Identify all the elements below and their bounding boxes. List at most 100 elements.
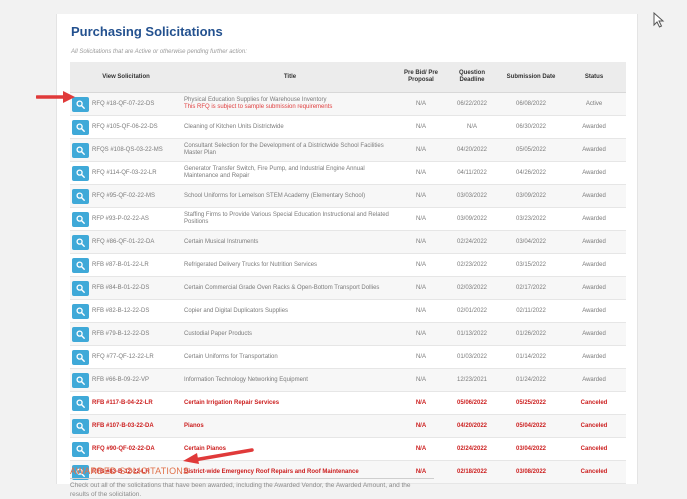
pre-bid-cell: N/A	[398, 230, 444, 254]
view-solicitation-button[interactable]	[72, 349, 89, 365]
search-icon	[76, 329, 85, 339]
pre-bid-cell: N/A	[398, 414, 444, 438]
view-solicitation-button[interactable]	[72, 234, 89, 250]
solicitation-number[interactable]: RFQ #95-QF-02-22-MS	[92, 193, 155, 199]
view-solicitation-cell: RFQ #18-QF-07-22-DS	[70, 92, 182, 116]
solicitation-title: Consultant Selection for the Development…	[184, 143, 384, 156]
question-deadline-cell: 02/18/2022	[444, 460, 500, 484]
submission-date-cell: 03/09/2022	[500, 184, 562, 208]
submission-date-cell: 02/17/2022	[500, 276, 562, 300]
view-solicitation-button[interactable]	[72, 257, 89, 273]
pre-bid-cell: N/A	[398, 437, 444, 461]
view-solicitation-button[interactable]	[72, 303, 89, 319]
pre-bid-cell: N/A	[398, 207, 444, 231]
table-row: RFB #82-B-12-22-DS Copier and Digital Dup…	[70, 299, 626, 323]
awarded-solicitations-heading[interactable]: AWARDED SOLICITATIONS	[70, 466, 189, 476]
view-solicitation-button[interactable]	[72, 280, 89, 296]
view-solicitation-button[interactable]	[72, 119, 89, 135]
solicitation-title: Certain Irrigation Repair Services	[184, 399, 280, 406]
solicitation-number[interactable]: RFB #66-B-09-22-VP	[92, 377, 149, 383]
table-row: RFQ #86-QF-01-22-DA Certain Musical Instr…	[70, 230, 626, 254]
pre-bid-cell: N/A	[398, 138, 444, 162]
title-cell: Certain Uniforms for Transportation	[182, 345, 398, 369]
view-solicitation-button[interactable]	[72, 372, 89, 388]
submission-date-cell: 01/24/2022	[500, 368, 562, 392]
solicitation-title: Physical Education Supplies for Warehous…	[184, 97, 327, 103]
question-deadline-cell: 04/11/2022	[444, 161, 500, 185]
solicitation-title: District-wide Emergency Roof Repairs and…	[184, 468, 359, 475]
view-solicitation-cell: RFQ #95-QF-02-22-MS	[70, 184, 182, 208]
title-cell: Consultant Selection for the Development…	[182, 138, 398, 162]
submission-date-cell: 01/14/2022	[500, 345, 562, 369]
header-pre-bid: Pre Bid/ Pre Proposal	[398, 62, 444, 93]
view-solicitation-cell: RFQ #86-QF-01-22-DA	[70, 230, 182, 254]
view-solicitation-cell: RFQ #90-QF-02-22-DA	[70, 437, 182, 461]
status-cell: Canceled	[562, 391, 626, 415]
header-submission-date: Submission Date	[500, 62, 562, 93]
pre-bid-cell: N/A	[398, 92, 444, 116]
view-solicitation-cell: RFB #66-B-09-22-VP	[70, 368, 182, 392]
header-title: Title	[182, 62, 398, 93]
solicitation-title: Certain Musical Instruments	[184, 238, 259, 245]
title-cell: Cleaning of Kitchen Units Districtwide	[182, 115, 398, 139]
solicitation-number[interactable]: RFB #87-B-01-22-LR	[92, 262, 149, 268]
solicitation-number[interactable]: RFQ #86-QF-01-22-DA	[92, 239, 154, 245]
status-cell: Canceled	[562, 460, 626, 484]
solicitation-number[interactable]: RFB #117-B-04-22-LR	[92, 400, 153, 406]
solicitation-number[interactable]: RFQ #105-QF-06-22-DS	[92, 124, 158, 130]
search-icon	[76, 168, 85, 178]
table-row: RFQ #95-QF-02-22-MS School Uniforms for L…	[70, 184, 626, 208]
page-subtitle: All Solicitations that are Active or oth…	[71, 49, 247, 55]
question-deadline-cell: 03/03/2022	[444, 184, 500, 208]
status-cell: Awarded	[562, 276, 626, 300]
search-icon	[76, 214, 85, 224]
submission-date-cell: 03/04/2022	[500, 230, 562, 254]
view-solicitation-button[interactable]	[72, 188, 89, 204]
status-cell: Awarded	[562, 253, 626, 277]
solicitation-number[interactable]: RFQ #18-QF-07-22-DS	[92, 101, 154, 107]
solicitation-title: Cleaning of Kitchen Units Districtwide	[184, 123, 284, 130]
solicitation-number[interactable]: RFB #107-B-03-22-DA	[92, 423, 154, 429]
status-cell: Awarded	[562, 207, 626, 231]
view-solicitation-button[interactable]	[72, 418, 89, 434]
view-solicitation-button[interactable]	[72, 165, 89, 181]
question-deadline-cell: 04/20/2022	[444, 414, 500, 438]
view-solicitation-button[interactable]	[72, 395, 89, 411]
solicitation-number[interactable]: RFQS #108-QS-03-22-MS	[92, 147, 163, 153]
view-solicitation-button[interactable]	[72, 326, 89, 342]
table-row: RFB #87-B-01-22-LR Refrigerated Delivery …	[70, 253, 626, 277]
submission-date-cell: 05/04/2022	[500, 414, 562, 438]
table-row: RFB #107-B-03-22-DA Pianos N/A 04/20/2022 05…	[70, 414, 626, 438]
header-status: Status	[562, 62, 626, 93]
solicitations-table: View Solicitation Title Pre Bid/ Pre Pro…	[70, 62, 626, 484]
pre-bid-cell: N/A	[398, 299, 444, 323]
solicitation-number[interactable]: RFB #82-B-12-22-DS	[92, 308, 149, 314]
solicitation-number[interactable]: RFQ #90-QF-02-22-DA	[92, 446, 155, 452]
solicitation-number[interactable]: RFB #84-B-01-22-DS	[92, 285, 149, 291]
pre-bid-cell: N/A	[398, 322, 444, 346]
solicitation-number[interactable]: RFQ #77-QF-12-22-LR	[92, 354, 154, 360]
solicitation-number[interactable]: RFP #93-P-02-22-AS	[92, 216, 149, 222]
submission-date-cell: 03/04/2022	[500, 437, 562, 461]
status-cell: Awarded	[562, 138, 626, 162]
table-row: RFQ #114-QF-03-22-LR Generator Transfer S…	[70, 161, 626, 185]
table-row: RFB #66-B-09-22-VP Information Technology…	[70, 368, 626, 392]
question-deadline-cell: 01/13/2022	[444, 322, 500, 346]
solicitation-title: Certain Uniforms for Transportation	[184, 353, 278, 360]
solicitation-number[interactable]: RFQ #114-QF-03-22-LR	[92, 170, 157, 176]
title-cell: Custodial Paper Products	[182, 322, 398, 346]
status-cell: Awarded	[562, 322, 626, 346]
view-solicitation-cell: RFB #107-B-03-22-DA	[70, 414, 182, 438]
view-solicitation-button[interactable]	[72, 142, 89, 158]
question-deadline-cell: 01/03/2022	[444, 345, 500, 369]
solicitation-note: This RFQ is subject to sample submission…	[184, 104, 333, 110]
search-icon	[76, 398, 85, 408]
view-solicitation-button[interactable]	[72, 211, 89, 227]
question-deadline-cell: 06/22/2022	[444, 92, 500, 116]
question-deadline-cell: 04/20/2022	[444, 138, 500, 162]
view-solicitation-button[interactable]	[72, 441, 89, 457]
mouse-pointer-icon	[653, 12, 665, 28]
table-header-row: View Solicitation Title Pre Bid/ Pre Pro…	[70, 62, 626, 93]
solicitation-number[interactable]: RFB #79-B-12-22-DS	[92, 331, 149, 337]
submission-date-cell: 03/15/2022	[500, 253, 562, 277]
